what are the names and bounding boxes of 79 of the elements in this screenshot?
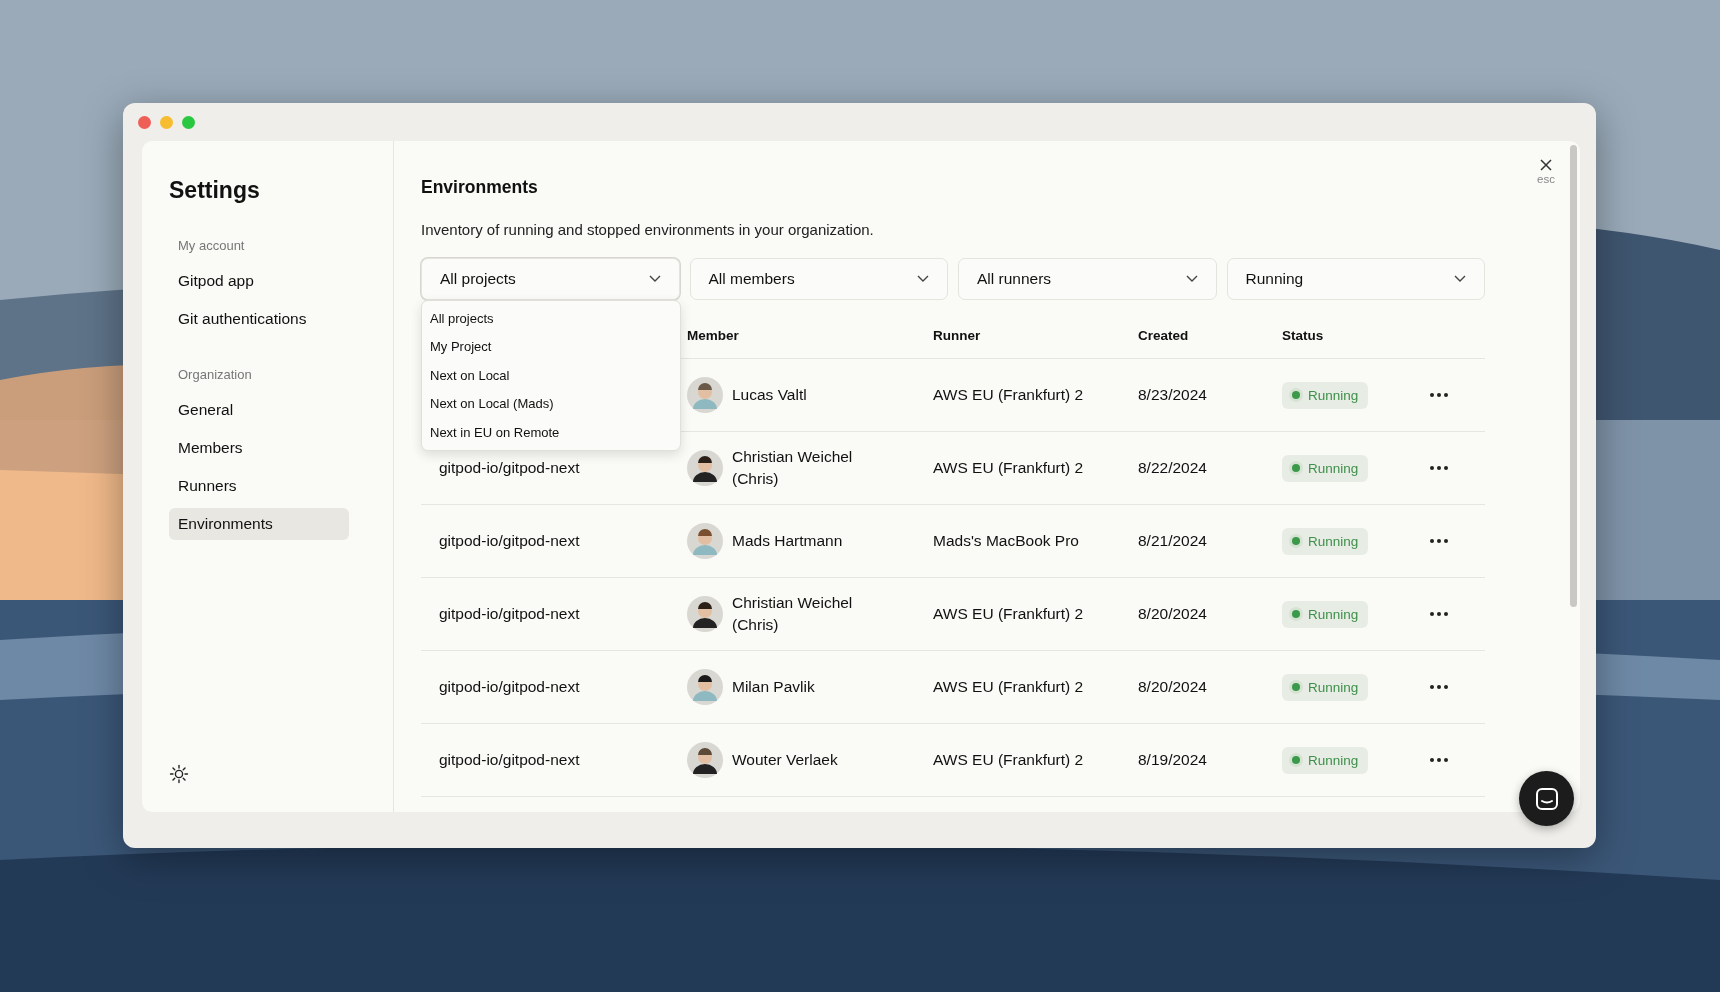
filter-label: Running bbox=[1245, 270, 1304, 288]
more-icon[interactable] bbox=[1430, 466, 1448, 470]
chevron-down-icon bbox=[1454, 275, 1466, 283]
project-cell-text: gitpod-io/gitpod-next bbox=[438, 459, 581, 477]
status-badge: Running bbox=[1282, 746, 1369, 774]
chevron-down-icon bbox=[648, 275, 661, 283]
page-description: Inventory of running and stopped environments in your organization. bbox=[421, 221, 875, 238]
more-icon[interactable] bbox=[1430, 758, 1448, 762]
filter-dropdown[interactable]: All runners bbox=[958, 258, 1217, 300]
avatar bbox=[687, 523, 723, 559]
runner-cell-text: AWS EU (Frankfurt) 2 bbox=[933, 605, 1085, 623]
dropdown-option[interactable]: Next on Local bbox=[422, 361, 680, 390]
status-badge: Running bbox=[1282, 600, 1369, 628]
avatar bbox=[687, 742, 723, 778]
chevron-down-icon bbox=[1185, 275, 1198, 283]
filter-dropdown[interactable]: All members bbox=[689, 258, 948, 300]
member-name: Wouter Verlaek bbox=[732, 750, 838, 770]
sidebar-item[interactable]: Gitpod app bbox=[169, 265, 349, 297]
sidebar-item[interactable]: Environments bbox=[169, 508, 349, 540]
created-cell-text: 8/20/2024 bbox=[1138, 605, 1208, 623]
member-name: Christian Weichel (Chris) bbox=[732, 447, 854, 489]
status-badge: Running bbox=[1282, 527, 1369, 555]
status-badge: Running bbox=[1282, 381, 1369, 409]
sidebar-title: Settings bbox=[169, 177, 261, 204]
esc-hint: esc bbox=[1537, 173, 1555, 185]
filter-label: All runners bbox=[977, 270, 1052, 288]
sidebar-item[interactable]: Git authentications bbox=[169, 303, 349, 335]
more-icon[interactable] bbox=[1430, 393, 1448, 397]
dropdown-option[interactable]: Next on Local (Mads) bbox=[422, 389, 680, 418]
section-heading: Organization bbox=[177, 366, 253, 384]
column-header: Created bbox=[1138, 327, 1190, 343]
page-title: Environments bbox=[421, 177, 538, 198]
filter-label: All members bbox=[708, 270, 795, 288]
runner-cell-text: Mads's MacBook Pro bbox=[933, 532, 1080, 550]
filter-dropdown[interactable]: Running bbox=[1226, 258, 1485, 300]
column-header: Member bbox=[687, 327, 740, 343]
section-heading: My account bbox=[177, 237, 246, 255]
project-cell-text: gitpod-io/gitpod-next bbox=[438, 532, 581, 550]
created-cell-text: 8/22/2024 bbox=[1138, 459, 1208, 477]
column-header: Runner bbox=[933, 327, 982, 343]
more-icon[interactable] bbox=[1430, 685, 1448, 689]
created-cell-text: 8/21/2024 bbox=[1138, 532, 1208, 550]
scrollbar[interactable] bbox=[1570, 145, 1577, 607]
close-window-button[interactable] bbox=[138, 115, 151, 129]
member-name: Lucas Valtl bbox=[732, 385, 807, 405]
chevron-down-icon bbox=[917, 275, 929, 283]
sidebar-item[interactable]: Members bbox=[169, 432, 349, 464]
dropdown-option[interactable]: My Project bbox=[422, 332, 680, 361]
chat-icon bbox=[1534, 786, 1559, 811]
dropdown-option[interactable]: All projects bbox=[422, 304, 680, 333]
member-name: Milan Pavlik bbox=[732, 677, 815, 697]
runner-cell-text: AWS EU (Frankfurt) 2 bbox=[933, 459, 1085, 477]
created-cell-text: 8/19/2024 bbox=[1138, 751, 1208, 769]
avatar bbox=[687, 596, 723, 632]
status-badge: Running bbox=[1282, 454, 1369, 482]
member-name: Christian Weichel (Chris) bbox=[732, 593, 854, 635]
runner-cell-text: AWS EU (Frankfurt) 2 bbox=[933, 678, 1085, 696]
dropdown-option[interactable]: Next in EU on Remote bbox=[422, 418, 680, 447]
project-cell-text: gitpod-io/gitpod-next bbox=[438, 605, 581, 623]
created-cell-text: 8/20/2024 bbox=[1138, 678, 1208, 696]
member-name: Mads Hartmann bbox=[732, 531, 843, 551]
sidebar-item[interactable]: General bbox=[169, 394, 349, 426]
close-icon[interactable] bbox=[1540, 159, 1553, 171]
avatar bbox=[687, 377, 723, 413]
column-header: Status bbox=[1282, 327, 1325, 343]
avatar bbox=[687, 669, 723, 705]
filter-dropdown[interactable]: All projects bbox=[421, 258, 680, 300]
more-icon[interactable] bbox=[1430, 539, 1448, 543]
sidebar-item[interactable]: Runners bbox=[169, 470, 349, 502]
created-cell-text: 8/23/2024 bbox=[1138, 386, 1208, 404]
sun-icon[interactable] bbox=[169, 764, 189, 784]
project-cell-text: gitpod-io/gitpod-next bbox=[438, 751, 581, 769]
runner-cell-text: AWS EU (Frankfurt) 2 bbox=[933, 751, 1085, 769]
project-cell-text: gitpod-io/gitpod-next bbox=[438, 678, 581, 696]
more-icon[interactable] bbox=[1430, 612, 1448, 616]
filter-label: All projects bbox=[440, 270, 516, 288]
avatar bbox=[687, 450, 723, 486]
runner-cell-text: AWS EU (Frankfurt) 2 bbox=[933, 386, 1085, 404]
status-badge: Running bbox=[1282, 673, 1369, 701]
